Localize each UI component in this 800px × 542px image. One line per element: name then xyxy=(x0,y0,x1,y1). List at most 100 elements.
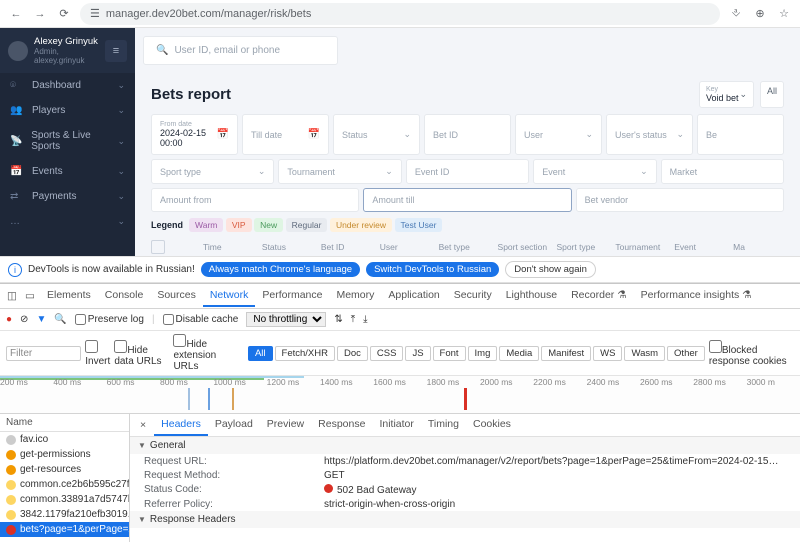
request-type-filter[interactable]: Media xyxy=(499,346,539,361)
profile-block[interactable]: Alexey Grinyuk Admin, alexey.grinyuk ≡ xyxy=(0,28,135,73)
request-row[interactable]: get-resources xyxy=(0,462,129,477)
detail-tab[interactable]: Headers xyxy=(154,414,208,436)
table-column-header[interactable]: Bet type xyxy=(439,242,490,252)
filter-input[interactable]: Bet ID xyxy=(424,114,511,155)
search-toolbar-icon[interactable]: 🔍 xyxy=(54,314,66,325)
banner-dismiss-button[interactable]: Don't show again xyxy=(505,261,596,278)
sidebar-item[interactable]: …⌄ xyxy=(0,209,135,234)
devtools-tab[interactable]: Console xyxy=(98,285,151,307)
filter-input[interactable]: Sport type⌄ xyxy=(151,159,274,184)
bookmark-star-icon[interactable]: ☆ xyxy=(776,7,792,20)
filter-input[interactable]: Event ID xyxy=(406,159,529,184)
sidebar-item[interactable]: ⇄Payments⌄ xyxy=(0,184,135,209)
request-type-filter[interactable]: JS xyxy=(405,346,430,361)
request-row[interactable]: common.33891a7d5747b64… xyxy=(0,492,129,507)
table-column-header[interactable]: User xyxy=(380,242,431,252)
filter-input[interactable]: Event⌄ xyxy=(533,159,656,184)
filter-input[interactable]: Amount from xyxy=(151,188,359,212)
request-row[interactable]: 3842.1179fa210efb3019.js xyxy=(0,507,129,522)
request-row[interactable]: common.ce2b6b595c27f234… xyxy=(0,477,129,492)
search-input[interactable]: 🔍 User ID, email or phone xyxy=(143,36,338,65)
request-type-filter[interactable]: WS xyxy=(593,346,622,361)
filter-input[interactable]: From date2024-02-15 00:00📅 xyxy=(151,114,238,155)
zoom-icon[interactable]: ⊕ xyxy=(752,7,768,20)
banner-switch-button[interactable]: Switch DevTools to Russian xyxy=(366,262,499,277)
filter-input[interactable]: Filter xyxy=(6,346,81,361)
sidebar-item[interactable]: 📡Sports & Live Sports⌄ xyxy=(0,123,135,159)
devtools-tab[interactable]: Elements xyxy=(40,285,98,307)
select-all-checkbox[interactable] xyxy=(151,240,165,254)
devtools-tab[interactable]: Application xyxy=(381,285,446,307)
translate-icon[interactable]: ⎀ xyxy=(728,7,744,20)
hide-ext-urls-checkbox[interactable]: Hide extension URLs xyxy=(173,334,244,372)
general-section-header[interactable]: ▼General xyxy=(130,437,800,454)
table-column-header[interactable]: Event xyxy=(674,242,725,252)
request-type-filter[interactable]: Manifest xyxy=(541,346,591,361)
filter-input[interactable]: User's status⌄ xyxy=(606,114,693,155)
inspect-icon[interactable]: ◫ xyxy=(4,290,20,302)
invert-checkbox[interactable]: Invert xyxy=(85,340,110,367)
throttling-select[interactable]: No throttling xyxy=(246,312,326,327)
nav-back-icon[interactable]: ← xyxy=(8,6,24,22)
all-button[interactable]: All xyxy=(760,81,784,108)
filter-input[interactable]: Amount till xyxy=(363,188,571,212)
filter-input[interactable]: Bet vendor xyxy=(576,188,784,212)
request-row[interactable]: bets?page=1&perPage=25… xyxy=(0,522,129,537)
devtools-tab[interactable]: Sources xyxy=(150,285,203,307)
filter-input[interactable]: Till date📅 xyxy=(242,114,329,155)
sidebar-item[interactable]: ⌾Dashboard⌄ xyxy=(0,73,135,98)
download-icon[interactable]: ⤓ xyxy=(363,314,367,325)
wifi-icon[interactable]: ⇅ xyxy=(334,314,342,325)
filter-input[interactable]: User⌄ xyxy=(515,114,602,155)
preserve-log-checkbox[interactable]: Preserve log xyxy=(75,314,144,325)
table-column-header[interactable]: Time xyxy=(203,242,254,252)
detail-tab[interactable]: Preview xyxy=(260,414,311,436)
burger-icon[interactable]: ≡ xyxy=(105,40,127,62)
nav-reload-icon[interactable]: ⟳ xyxy=(56,6,72,22)
request-type-filter[interactable]: Doc xyxy=(337,346,368,361)
request-type-filter[interactable]: Font xyxy=(433,346,466,361)
record-icon[interactable]: ● xyxy=(6,314,12,325)
site-info-icon[interactable]: ☰ xyxy=(90,7,100,20)
nav-fwd-icon[interactable]: → xyxy=(32,6,48,22)
upload-icon[interactable]: ⤒ xyxy=(351,314,355,325)
request-row[interactable]: fav.ico xyxy=(0,432,129,447)
table-column-header[interactable]: Bet ID xyxy=(321,242,372,252)
device-icon[interactable]: ▭ xyxy=(22,290,38,302)
request-type-filter[interactable]: Wasm xyxy=(624,346,665,361)
detail-tab[interactable]: Timing xyxy=(421,414,466,436)
close-detail-icon[interactable]: × xyxy=(134,417,152,433)
detail-tab[interactable]: Cookies xyxy=(466,414,518,436)
request-type-filter[interactable]: CSS xyxy=(370,346,404,361)
clear-icon[interactable]: ⊘ xyxy=(20,314,28,325)
table-column-header[interactable]: Sport type xyxy=(556,242,607,252)
disable-cache-checkbox[interactable]: Disable cache xyxy=(163,314,239,325)
detail-tab[interactable]: Payload xyxy=(208,414,260,436)
table-column-header[interactable]: Sport section xyxy=(498,242,549,252)
banner-always-match-button[interactable]: Always match Chrome's language xyxy=(201,262,360,277)
filter-icon[interactable]: ▼ xyxy=(36,314,46,325)
table-column-header[interactable]: Status xyxy=(262,242,313,252)
blocked-cookies-checkbox[interactable]: Blocked response cookies xyxy=(709,340,794,367)
devtools-tab[interactable]: Performance xyxy=(255,285,329,307)
request-type-filter[interactable]: Fetch/XHR xyxy=(275,346,335,361)
request-type-filter[interactable]: Other xyxy=(667,346,705,361)
devtools-tab[interactable]: Memory xyxy=(329,285,381,307)
filter-input[interactable]: Be xyxy=(697,114,784,155)
key-select[interactable]: Key Void bet ⌄ xyxy=(699,81,754,108)
detail-tab[interactable]: Initiator xyxy=(372,414,420,436)
request-row[interactable]: get-permissions xyxy=(0,447,129,462)
request-type-filter[interactable]: All xyxy=(248,346,273,361)
detail-tab[interactable]: Response xyxy=(311,414,372,436)
devtools-tab[interactable]: Performance insights ⚗ xyxy=(634,285,759,307)
devtools-tab[interactable]: Network xyxy=(203,285,256,307)
network-timeline[interactable]: 200 ms400 ms600 ms800 ms1000 ms1200 ms14… xyxy=(0,376,800,414)
devtools-tab[interactable]: Security xyxy=(447,285,499,307)
filter-input[interactable]: Market xyxy=(661,159,784,184)
sidebar-item[interactable]: 👥Players⌄ xyxy=(0,98,135,123)
filter-input[interactable]: Tournament⌄ xyxy=(278,159,401,184)
table-column-header[interactable]: Ma xyxy=(733,242,784,252)
table-column-header[interactable]: Tournament xyxy=(615,242,666,252)
devtools-tab[interactable]: Recorder ⚗ xyxy=(564,285,634,307)
devtools-tab[interactable]: Lighthouse xyxy=(499,285,564,307)
